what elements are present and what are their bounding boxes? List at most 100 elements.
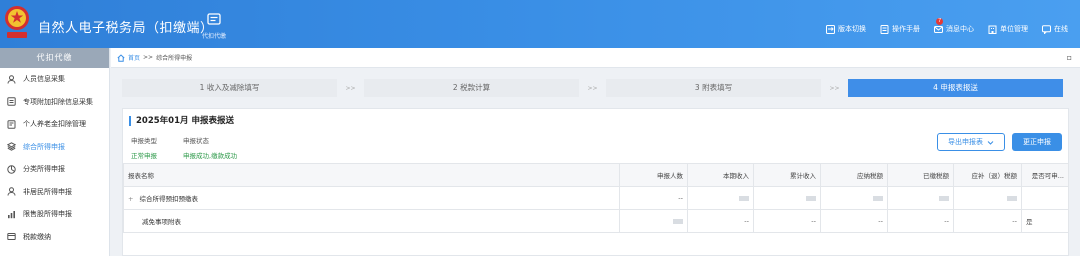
table-row[interactable]: 减免事项附表 -- -- -- -- -- 是 (123, 209, 1069, 233)
sidebar: 代扣代缴 人员信息采集 专项附加扣除信息采集 个人养老金扣除管理 综合所得申报 … (0, 48, 110, 256)
current-income-cell: -- (687, 209, 754, 233)
module-withholding[interactable]: 代扣代缴 (196, 12, 232, 44)
pension-icon (7, 120, 16, 129)
withholding-icon (207, 13, 221, 25)
tax-payable-cell: -- (820, 209, 888, 233)
col-cumulative-income: 累计收入 (753, 163, 821, 187)
masked-value (939, 195, 949, 201)
sidebar-item-tax-payment[interactable]: 税款缴纳 (0, 226, 109, 249)
payment-icon (7, 233, 16, 241)
headcount-cell (619, 209, 688, 233)
declaration-status-label: 申报状态 (183, 137, 209, 145)
tax-paid-cell (887, 186, 954, 210)
person-icon (7, 75, 16, 84)
tax-payable-cell (820, 186, 888, 210)
report-name-cell: + 综合所得预扣预缴表 (123, 186, 620, 210)
col-can-declare: 是否可申... (1021, 163, 1069, 187)
table-row[interactable]: + 综合所得预扣预缴表 -- (123, 186, 1069, 210)
category-icon (7, 165, 16, 174)
table-header-row: 报表名称 申报人数 本期收入 累计收入 应纳税额 已缴税额 应补（退）税额 是否… (123, 163, 1069, 187)
sidebar-item-label: 专项附加扣除信息采集 (23, 97, 93, 106)
breadcrumb-home-link[interactable]: 首页 (128, 53, 140, 62)
col-report-name: 报表名称 (123, 163, 620, 187)
sidebar-item-pension[interactable]: 个人养老金扣除管理 (0, 113, 109, 136)
headcount-cell: -- (619, 186, 688, 210)
current-income-cell (687, 186, 754, 210)
comprehensive-icon (7, 142, 16, 152)
step-2[interactable]: 2 税款计算 (364, 79, 579, 97)
version-switch-label: 版本切换 (838, 25, 866, 33)
app-title: 自然人电子税务局（扣缴端） (38, 21, 214, 36)
version-switch-button[interactable]: 版本切换 (826, 24, 866, 34)
close-tab-icon[interactable]: ▫ (1067, 53, 1072, 62)
step-separator: >> (587, 84, 598, 92)
national-emblem-icon (5, 6, 29, 38)
unit-management-button[interactable]: 单位管理 (988, 24, 1028, 34)
tax-paid-cell: -- (887, 209, 954, 233)
nonresident-icon (7, 187, 16, 196)
manual-icon (880, 24, 889, 34)
main-content: 首页 >> 综合所得申报 ▫ 1 收入及减除填写 >> 2 税款计算 >> 3 … (111, 48, 1080, 256)
sidebar-item-label: 人员信息采集 (23, 75, 65, 84)
col-current-income: 本期收入 (687, 163, 754, 187)
col-tax-payable: 应纳税额 (820, 163, 888, 187)
masked-value (1007, 195, 1017, 201)
manual-label: 操作手册 (892, 25, 920, 33)
masked-value (673, 218, 683, 224)
sidebar-item-comprehensive[interactable]: 综合所得申报 (0, 136, 109, 159)
module-label: 代扣代缴 (201, 33, 226, 40)
masked-value (739, 195, 749, 201)
sidebar-item-restricted-stock[interactable]: 限售股所得申报 (0, 203, 109, 226)
breadcrumb-current: 综合所得申报 (156, 55, 193, 62)
sidebar-item-label: 非居民所得申报 (23, 187, 72, 196)
message-center-button[interactable]: 7 消息中心 (934, 18, 974, 34)
step-1[interactable]: 1 收入及减除填写 (122, 79, 337, 97)
declaration-status-value: 申报成功,缴款成功 (183, 152, 238, 160)
sidebar-item-category[interactable]: 分类所得申报 (0, 158, 109, 181)
col-headcount: 申报人数 (619, 163, 688, 187)
sidebar-item-label: 分类所得申报 (23, 165, 65, 174)
report-name: 综合所得预扣预缴表 (139, 195, 198, 203)
sidebar-item-label: 综合所得申报 (23, 142, 65, 151)
tax-due-cell: -- (953, 209, 1022, 233)
sidebar-item-special-deduction[interactable]: 专项附加扣除信息采集 (0, 91, 109, 114)
sidebar-item-label: 税款缴纳 (23, 232, 51, 241)
step-progress: 1 收入及减除填写 >> 2 税款计算 >> 3 附表填写 >> 4 申报表报送 (122, 77, 1064, 99)
sidebar-item-nonresident[interactable]: 非居民所得申报 (0, 181, 109, 204)
expand-icon[interactable]: + (128, 195, 133, 203)
col-tax-due: 应补（退）税额 (953, 163, 1022, 187)
step-4[interactable]: 4 申报表报送 (848, 79, 1063, 97)
message-icon (934, 25, 943, 33)
step-separator: >> (829, 84, 840, 92)
declaration-type-label: 申报类型 (131, 137, 157, 145)
home-icon (117, 53, 125, 62)
breadcrumb-separator: >> (143, 54, 154, 61)
sidebar-heading: 代扣代缴 (0, 48, 109, 68)
step-3[interactable]: 3 附表填写 (606, 79, 821, 97)
switch-icon (826, 24, 835, 34)
manual-button[interactable]: 操作手册 (880, 24, 920, 34)
submission-panel: 2025年01月 申报表报送 申报类型 正常申报 申报状态 申报成功,缴款成功 … (122, 108, 1069, 256)
masked-value (873, 195, 883, 201)
step-separator: >> (345, 84, 356, 92)
header-tools: 版本切换 操作手册 7 消息中心 单位管理 在线 (826, 18, 1068, 34)
panel-title: 2025年01月 申报表报送 (129, 116, 234, 126)
sidebar-item-label: 限售股所得申报 (23, 210, 72, 219)
sidebar-item-person-info[interactable]: 人员信息采集 (0, 68, 109, 91)
online-chat-button[interactable]: 在线 (1042, 24, 1068, 34)
app-header: 自然人电子税务局（扣缴端） 代扣代缴 版本切换 操作手册 7 消息中心 单位管理 (0, 0, 1080, 48)
correct-declaration-button[interactable]: 更正申报 (1012, 133, 1062, 151)
unit-icon (988, 25, 997, 34)
declaration-type-value: 正常申报 (131, 152, 157, 160)
special-deduction-icon (7, 97, 16, 106)
declaration-status: 申报状态 申报成功,缴款成功 (183, 135, 237, 160)
report-table: 报表名称 申报人数 本期收入 累计收入 应纳税额 已缴税额 应补（退）税额 是否… (123, 163, 1069, 233)
col-tax-paid: 已缴税额 (887, 163, 954, 187)
can-declare-cell (1021, 186, 1069, 210)
tax-due-cell (953, 186, 1022, 210)
can-declare-cell: 是 (1021, 209, 1069, 233)
chevron-down-icon (987, 140, 994, 145)
sidebar-item-label: 个人养老金扣除管理 (23, 120, 86, 129)
export-form-dropdown[interactable]: 导出申报表 (937, 133, 1005, 151)
breadcrumb: 首页 >> 综合所得申报 ▫ (111, 48, 1080, 68)
